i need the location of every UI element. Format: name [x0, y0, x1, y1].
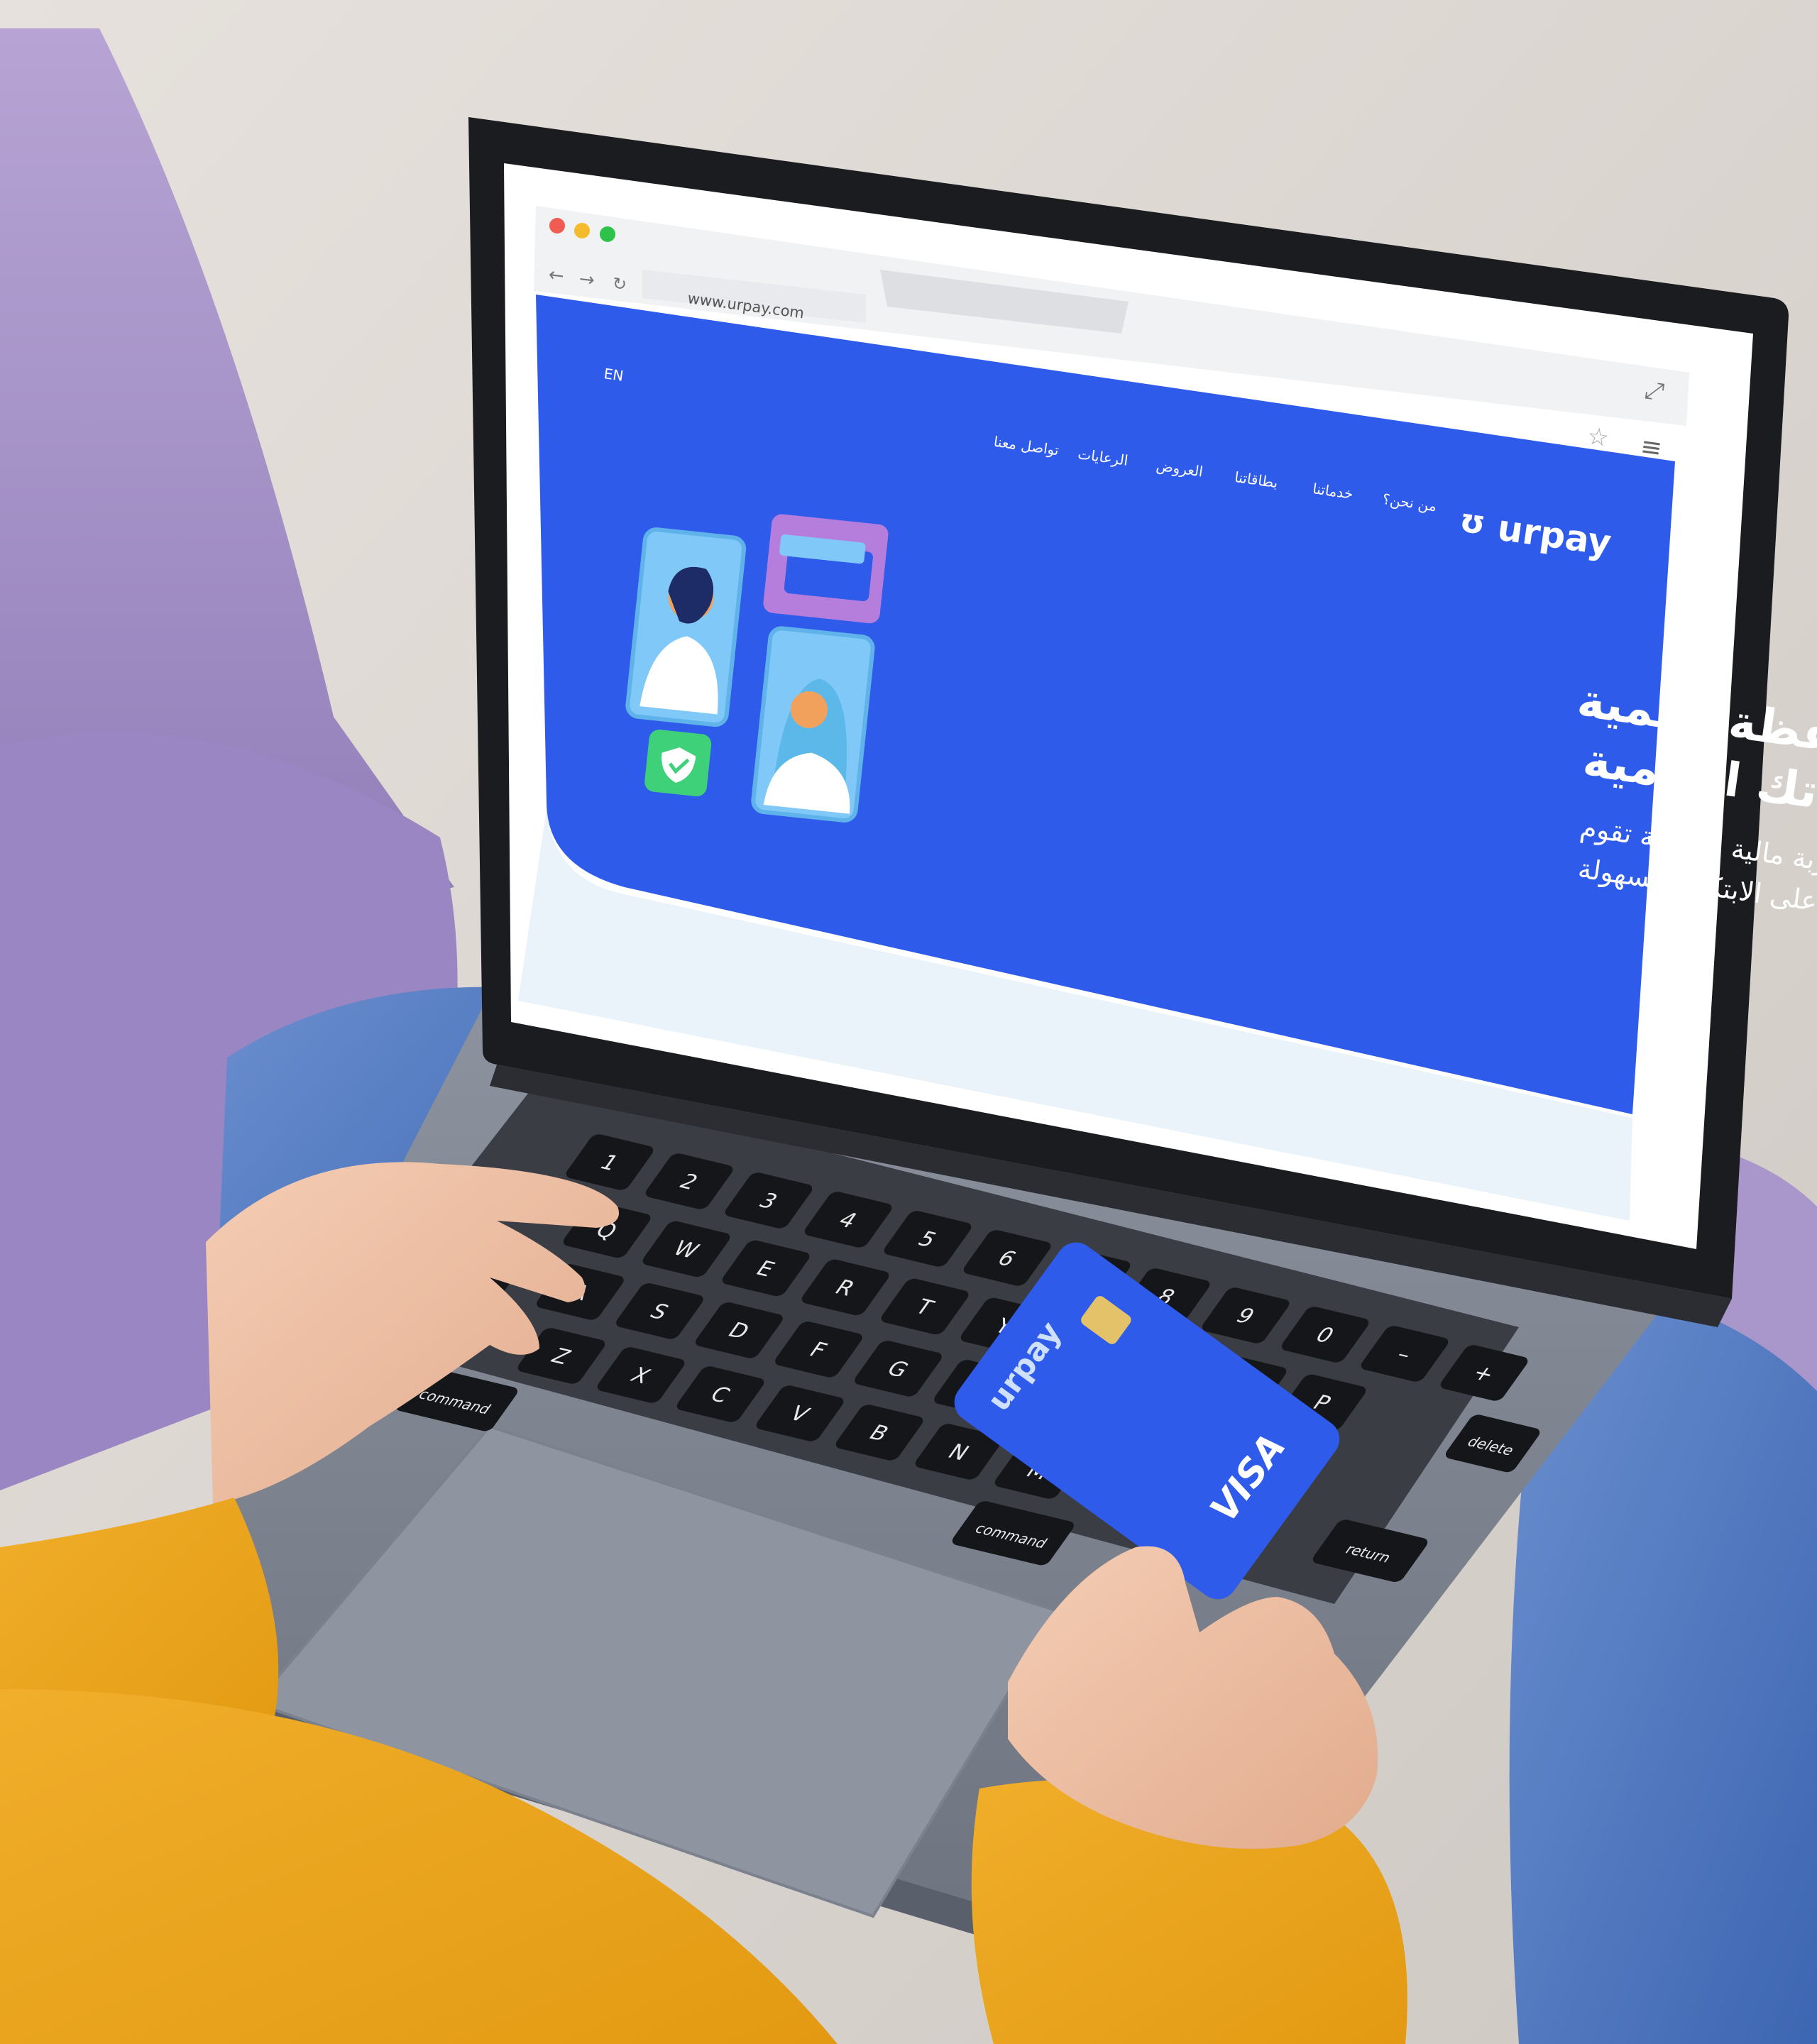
expand-icon[interactable]: ⤢: [1643, 375, 1667, 406]
bookmark-star-icon[interactable]: ☆: [1586, 422, 1611, 453]
window-maximize-dot[interactable]: [600, 226, 615, 242]
laptop-photo-scene: 1234567890–+QWERTYUIOPlockASDFGHJKLshift…: [0, 0, 1817, 2044]
forward-arrow-icon[interactable]: →: [578, 268, 595, 291]
language-toggle[interactable]: EN: [603, 365, 625, 385]
window-minimize-dot[interactable]: [574, 223, 590, 238]
reload-icon[interactable]: ↻: [611, 273, 627, 295]
logo-mark-icon: ʊ: [1457, 500, 1488, 542]
back-arrow-icon[interactable]: ←: [547, 264, 565, 287]
window-close-dot[interactable]: [549, 218, 565, 233]
